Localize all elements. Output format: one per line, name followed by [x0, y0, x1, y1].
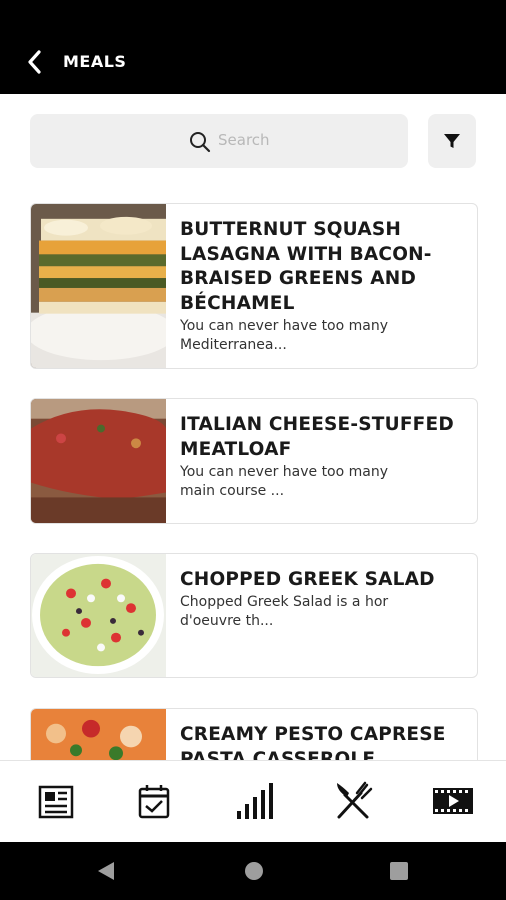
search-placeholder: Search [218, 131, 270, 149]
search-icon [190, 132, 211, 153]
meal-card[interactable]: CHOPPED GREEK SALAD Chopped Greek Salad … [30, 553, 478, 678]
search-input[interactable]: Search [30, 114, 408, 168]
system-navigation-bar [0, 842, 506, 900]
home-circle-icon[interactable] [244, 861, 264, 881]
app-bar: MEALS [0, 0, 506, 94]
meal-title-line: BÉCHAMEL [180, 292, 295, 314]
meal-title-line: LASAGNA WITH BACON- [180, 243, 432, 265]
meal-image [31, 399, 166, 523]
meal-title: CHOPPED GREEK SALAD [180, 568, 470, 593]
news-icon[interactable] [34, 779, 78, 823]
meal-description-line: Mediterranea... [180, 337, 287, 353]
back-triangle-icon[interactable] [96, 861, 116, 881]
recents-square-icon[interactable] [390, 862, 408, 880]
meal-description: You can never have too many Mediterranea… [180, 317, 440, 355]
bottom-navigation [0, 760, 506, 842]
meal-description: You can never have too many main course … [180, 463, 440, 501]
meal-title-line: BUTTERNUT SQUASH [180, 219, 402, 240]
meal-title-line: ITALIAN CHEESE-STUFFED [180, 414, 454, 435]
filter-icon [444, 134, 460, 148]
meal-title: BUTTERNUT SQUASH LASAGNA WITH BACON- BRA… [180, 218, 470, 316]
filter-button[interactable] [428, 114, 476, 168]
meal-description: Chopped Greek Salad is a hor d'oeuvre th… [180, 593, 440, 631]
meal-description-line: Chopped Greek Salad is a hor [180, 594, 389, 610]
meal-title: ITALIAN CHEESE-STUFFED MEATLOAF [180, 413, 470, 462]
meal-description-line: You can never have too many [180, 464, 389, 480]
meal-image [31, 554, 166, 677]
meal-title-line: MEATLOAF [180, 438, 292, 460]
bar-chart-icon[interactable] [232, 779, 276, 823]
meal-description-line: You can never have too many [180, 318, 389, 334]
back-arrow-icon[interactable] [22, 48, 50, 76]
fork-knife-icon[interactable] [331, 779, 375, 823]
meal-description-line: d'oeuvre th... [180, 613, 274, 629]
video-icon[interactable] [431, 779, 475, 823]
page-title: MEALS [63, 52, 127, 71]
meal-title-line: CREAMY PESTO CAPRESE [180, 724, 446, 745]
meal-image [31, 204, 166, 368]
meal-card[interactable]: BUTTERNUT SQUASH LASAGNA WITH BACON- BRA… [30, 203, 478, 369]
calendar-check-icon[interactable] [132, 779, 176, 823]
meal-card[interactable]: ITALIAN CHEESE-STUFFED MEATLOAF You can … [30, 398, 478, 524]
meal-description-line: main course ... [180, 483, 285, 499]
meal-title-line: BRAISED GREENS AND [180, 268, 417, 289]
meal-title-line: CHOPPED GREEK SALAD [180, 569, 435, 590]
